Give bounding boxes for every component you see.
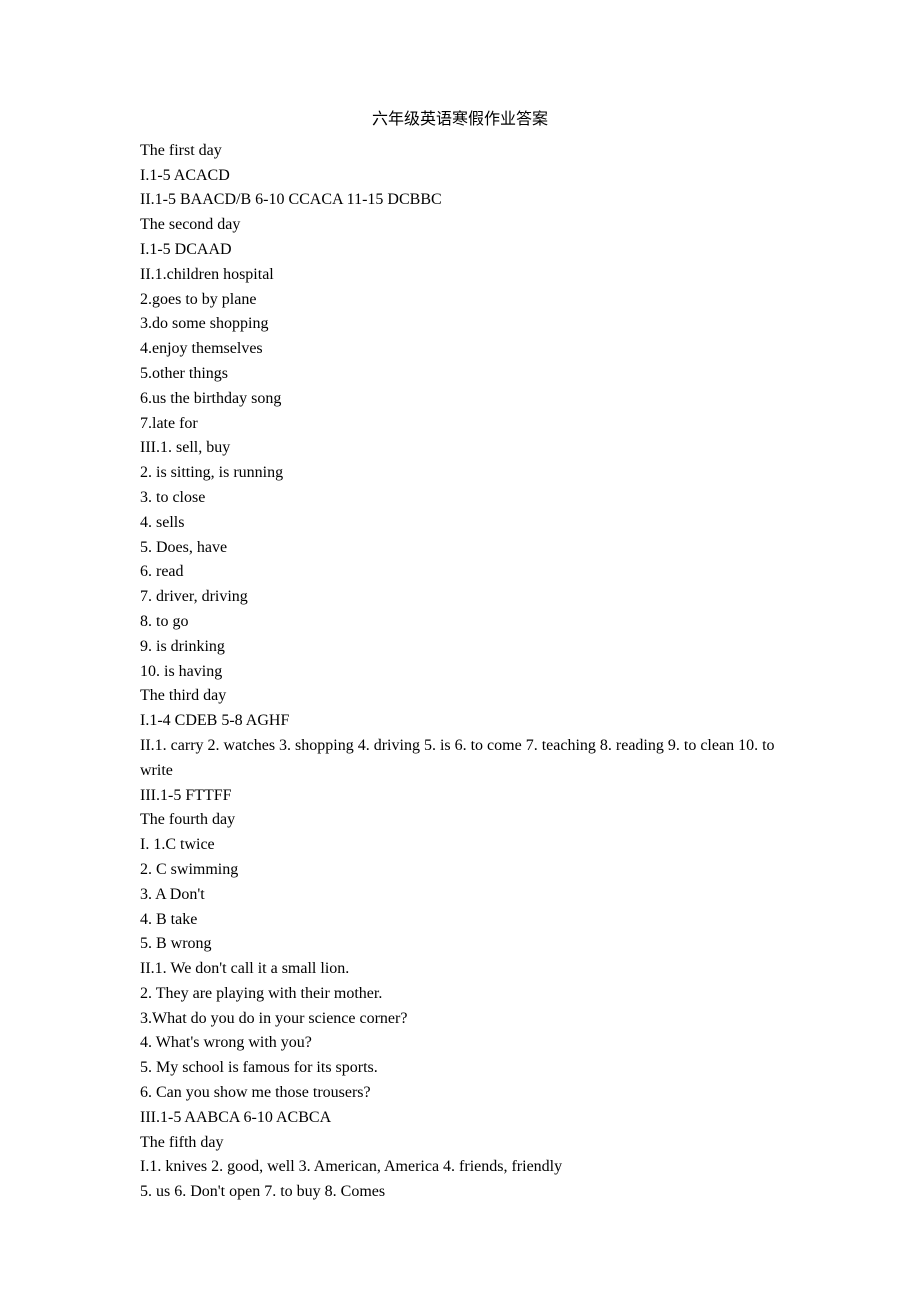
text-line: The fifth day [140, 1131, 780, 1156]
text-line: 6. read [140, 560, 780, 585]
text-line: The fourth day [140, 808, 780, 833]
text-line: II.1-5 BAACD/B 6-10 CCACA 11-15 DCBBC [140, 188, 780, 213]
text-line: III.1-5 FTTFF [140, 784, 780, 809]
text-line: 9. is drinking [140, 635, 780, 660]
text-line: 6. Can you show me those trousers? [140, 1081, 780, 1106]
text-line: 7. driver, driving [140, 585, 780, 610]
text-line: 4. What's wrong with you? [140, 1031, 780, 1056]
text-line: II.1. carry 2. watches 3. shopping 4. dr… [140, 734, 780, 784]
text-line: 7.late for [140, 412, 780, 437]
text-line: I.1-4 CDEB 5-8 AGHF [140, 709, 780, 734]
text-line: II.1. We don't call it a small lion. [140, 957, 780, 982]
text-line: 4. B take [140, 908, 780, 933]
text-line: 2. They are playing with their mother. [140, 982, 780, 1007]
text-line: 5.other things [140, 362, 780, 387]
text-line: III.1. sell, buy [140, 436, 780, 461]
text-line: 3. A Don't [140, 883, 780, 908]
text-line: 4. sells [140, 511, 780, 536]
text-line: 3.What do you do in your science corner? [140, 1007, 780, 1032]
page-title: 六年级英语寒假作业答案 [140, 108, 780, 133]
text-line: 3.do some shopping [140, 312, 780, 337]
text-line: The second day [140, 213, 780, 238]
text-line: I.1. knives 2. good, well 3. American, A… [140, 1155, 780, 1180]
text-line: 2.goes to by plane [140, 288, 780, 313]
text-line: 5. us 6. Don't open 7. to buy 8. Comes [140, 1180, 780, 1205]
text-line: The first day [140, 139, 780, 164]
text-line: 8. to go [140, 610, 780, 635]
text-line: 5. B wrong [140, 932, 780, 957]
text-line: 3. to close [140, 486, 780, 511]
text-line: III.1-5 AABCA 6-10 ACBCA [140, 1106, 780, 1131]
text-line: 2. C swimming [140, 858, 780, 883]
text-line: 10. is having [140, 660, 780, 685]
text-line: I.1-5 ACACD [140, 164, 780, 189]
text-line: 2. is sitting, is running [140, 461, 780, 486]
text-line: 6.us the birthday song [140, 387, 780, 412]
text-line: I. 1.C twice [140, 833, 780, 858]
text-line: 5. Does, have [140, 536, 780, 561]
text-line: 4.enjoy themselves [140, 337, 780, 362]
text-line: II.1.children hospital [140, 263, 780, 288]
text-line: 5. My school is famous for its sports. [140, 1056, 780, 1081]
document-body: The first dayI.1-5 ACACDII.1-5 BAACD/B 6… [140, 139, 780, 1205]
text-line: I.1-5 DCAAD [140, 238, 780, 263]
text-line: The third day [140, 684, 780, 709]
